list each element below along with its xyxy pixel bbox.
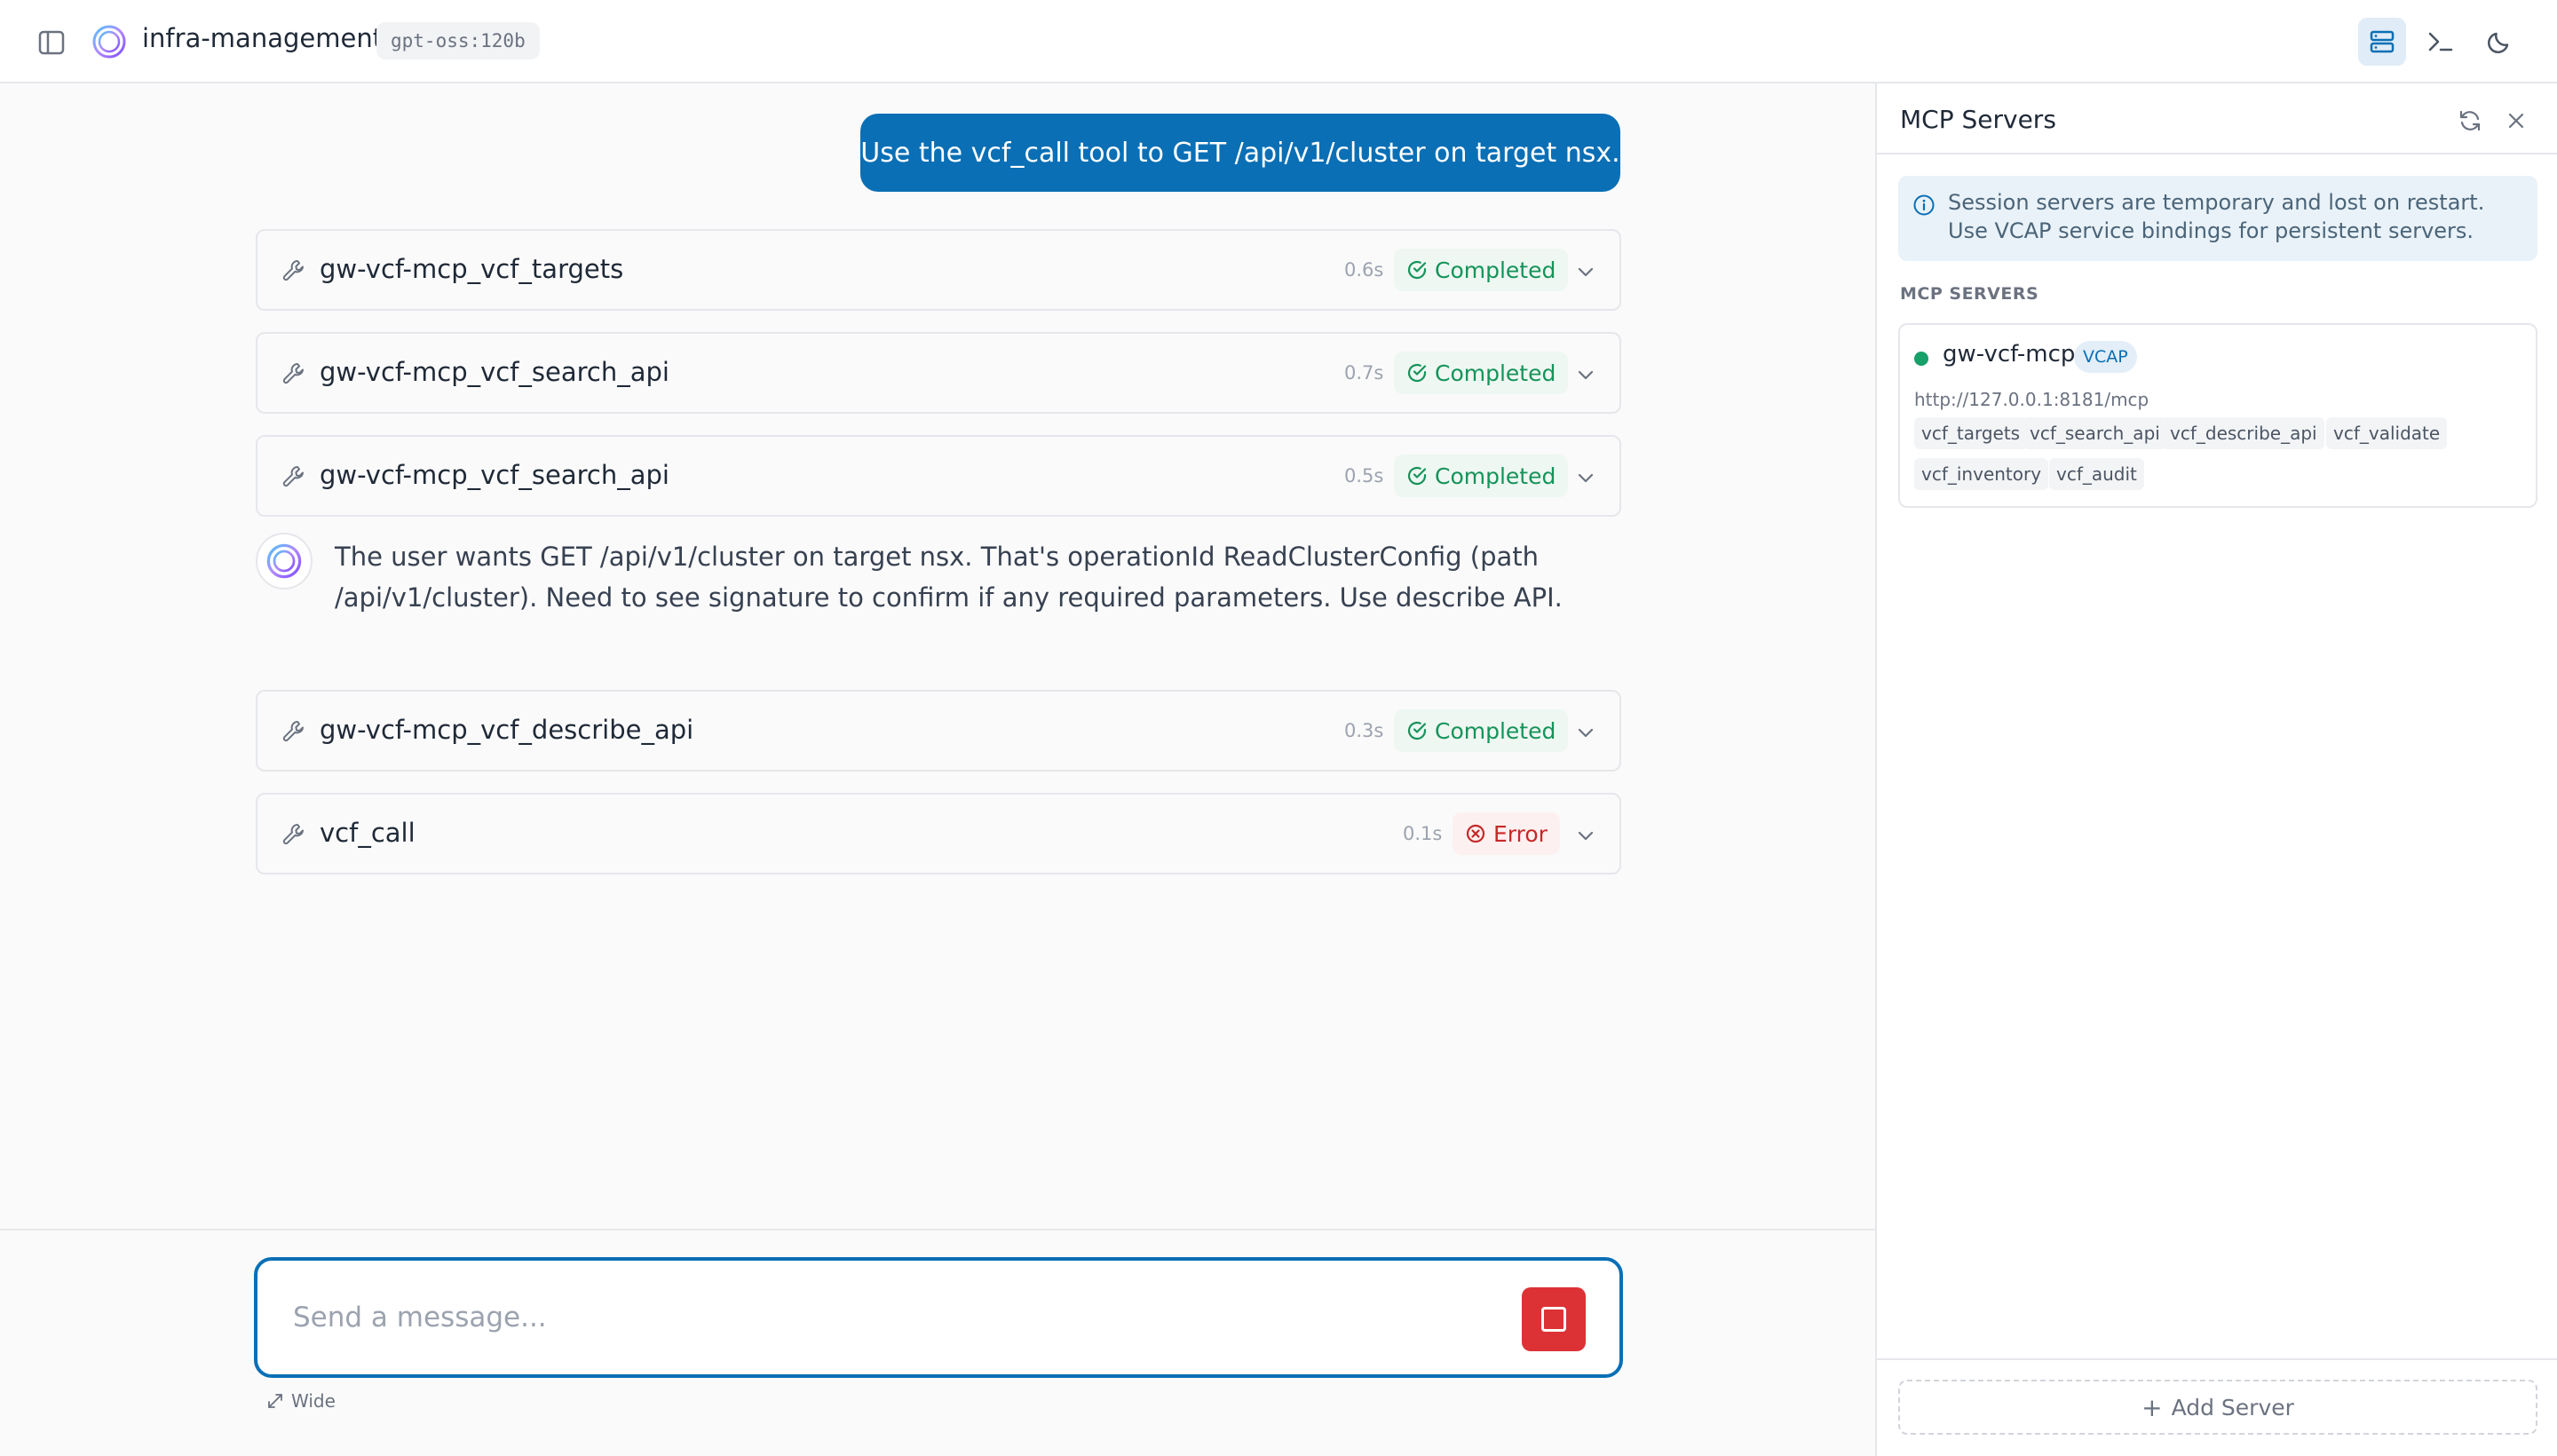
tool-call-name: gw-vcf-mcp_vcf_search_api [320, 357, 669, 387]
status-badge-completed: Completed [1394, 709, 1569, 752]
server-name: gw-vcf-mcp [1943, 341, 2076, 368]
top-header: infra-management gpt-oss:120b [0, 0, 2557, 83]
status-label: Completed [1435, 257, 1556, 283]
message-input[interactable] [293, 1293, 1465, 1342]
mcp-servers-toggle-icon[interactable] [2358, 18, 2406, 66]
status-badge-completed: Completed [1394, 455, 1569, 497]
panel-title: MCP Servers [1900, 105, 2056, 134]
assistant-message-text: The user wants GET /api/v1/cluster on ta… [335, 542, 1563, 613]
assistant-avatar [256, 533, 313, 590]
server-card[interactable]: gw-vcf-mcp VCAP http://127.0.0.1:8181/mc… [1898, 323, 2537, 508]
tool-tag: vcf_targets [1914, 417, 2028, 449]
check-circle-icon [1407, 363, 1427, 383]
stop-square-icon [1541, 1307, 1566, 1332]
wrench-icon [282, 824, 304, 845]
chevron-down-icon[interactable] [1575, 825, 1596, 846]
add-server-button[interactable]: + Add Server [1898, 1380, 2537, 1435]
tool-call-name: gw-vcf-mcp_vcf_search_api [320, 460, 669, 490]
add-server-label: Add Server [2171, 1394, 2294, 1420]
model-badge[interactable]: gpt-oss:120b [376, 22, 540, 59]
info-text: Session servers are temporary and lost o… [1948, 190, 2485, 243]
tool-call-duration: 0.7s [1344, 362, 1384, 384]
session-info-notice: Session servers are temporary and lost o… [1898, 176, 2537, 261]
wide-label: Wide [291, 1390, 336, 1412]
tool-call-name: vcf_call [320, 818, 416, 848]
status-badge-error: Error [1453, 812, 1560, 855]
tool-tag: vcf_describe_api [2163, 417, 2324, 449]
close-icon[interactable] [2500, 105, 2532, 137]
tool-tag: vcf_validate [2326, 417, 2448, 449]
user-message-bubble: Use the vcf_call tool to GET /api/v1/clu… [860, 114, 1620, 192]
assistant-logo-icon [266, 543, 302, 579]
refresh-icon[interactable] [2454, 105, 2486, 137]
tool-call-card[interactable]: gw-vcf-mcp_vcf_search_api 0.7s Completed [256, 332, 1621, 414]
expand-arrows-icon [268, 1394, 282, 1408]
chevron-down-icon[interactable] [1575, 467, 1596, 488]
server-url: http://127.0.0.1:8181/mcp [1914, 389, 2149, 410]
section-label: MCP SERVERS [1900, 284, 2039, 304]
panel-divider [1877, 153, 2557, 154]
tool-tag: vcf_inventory [1914, 458, 2049, 490]
message-composer [254, 1257, 1623, 1378]
check-circle-icon [1407, 721, 1427, 740]
stop-generation-button[interactable] [1522, 1287, 1586, 1351]
chevron-down-icon[interactable] [1575, 722, 1596, 743]
app-logo-icon [91, 23, 128, 60]
tool-tag: vcf_audit [2049, 458, 2144, 490]
chevron-down-icon[interactable] [1575, 364, 1596, 385]
tool-tag: vcf_search_api [2023, 417, 2167, 449]
status-dot [1914, 352, 1928, 366]
tool-call-name: gw-vcf-mcp_vcf_targets [320, 254, 624, 284]
x-circle-icon [1466, 824, 1485, 843]
tool-call-duration: 0.3s [1344, 720, 1384, 741]
wide-toggle[interactable]: Wide [266, 1390, 336, 1412]
status-badge-completed: Completed [1394, 352, 1569, 394]
status-label: Completed [1435, 360, 1556, 386]
tool-call-name: gw-vcf-mcp_vcf_describe_api [320, 715, 694, 745]
server-type-badge: VCAP [2074, 341, 2137, 373]
mcp-servers-panel: MCP Servers Session servers are temporar… [1875, 83, 2557, 1456]
info-icon [1913, 194, 1935, 216]
tool-call-duration: 0.1s [1403, 823, 1443, 844]
plus-icon: + [2141, 1392, 2163, 1422]
tool-call-duration: 0.5s [1344, 465, 1384, 487]
tool-call-card[interactable]: gw-vcf-mcp_vcf_search_api 0.5s Completed [256, 435, 1621, 517]
wrench-icon [282, 721, 304, 742]
status-label: Completed [1435, 463, 1556, 489]
app-title: infra-management [142, 23, 384, 53]
status-label: Completed [1435, 717, 1556, 744]
wrench-icon [282, 260, 304, 281]
check-circle-icon [1407, 260, 1427, 280]
tool-call-card[interactable]: vcf_call 0.1s Error [256, 793, 1621, 874]
wrench-icon [282, 466, 304, 487]
sidebar-toggle-icon[interactable] [36, 27, 67, 59]
chevron-down-icon[interactable] [1575, 261, 1596, 282]
status-label: Error [1493, 820, 1548, 847]
tool-call-card[interactable]: gw-vcf-mcp_vcf_targets 0.6s Completed [256, 229, 1621, 311]
tool-call-card[interactable]: gw-vcf-mcp_vcf_describe_api 0.3s Complet… [256, 690, 1621, 772]
wrench-icon [282, 363, 304, 384]
panel-divider [1877, 1358, 2557, 1360]
terminal-icon[interactable] [2417, 18, 2465, 66]
status-badge-completed: Completed [1394, 249, 1569, 291]
check-circle-icon [1407, 466, 1427, 486]
dark-mode-moon-icon[interactable] [2475, 18, 2523, 66]
tool-call-duration: 0.6s [1344, 259, 1384, 281]
